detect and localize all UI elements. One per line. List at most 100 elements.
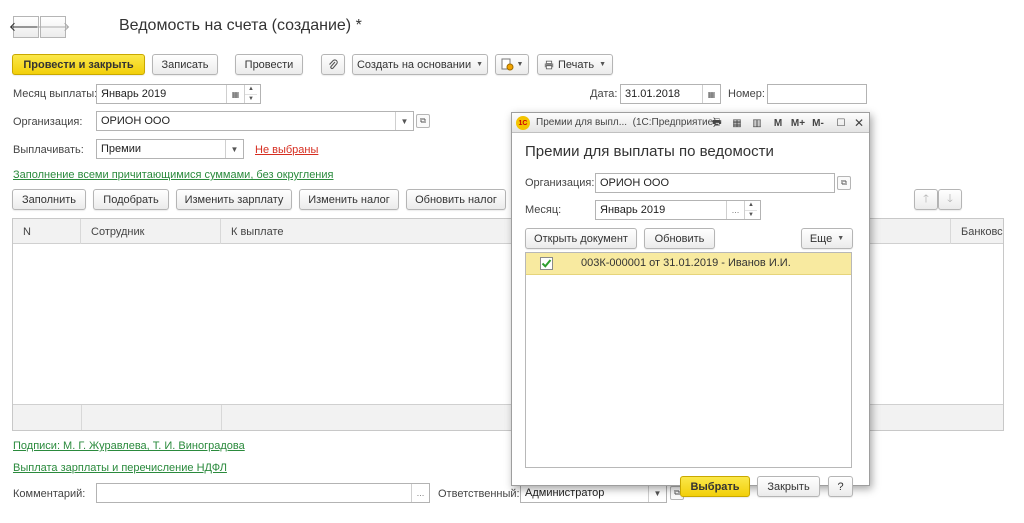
dialog-org-value: ОРИОН ООО [600,177,670,189]
post-button[interactable]: Провести [235,54,303,75]
fill-mode-link[interactable]: Заполнение всеми причитающимися суммами,… [13,169,334,181]
forward-button[interactable]: 🡒 [36,16,70,38]
footer-divider [81,405,82,430]
month-label: Месяц выплаты: [13,88,98,100]
post-and-close-label: Провести и закрыть [23,58,134,71]
not-selected-link[interactable]: Не выбраны [255,144,318,156]
bonus-list[interactable]: 003К-000001 от 31.01.2019 - Иванов И.И. [525,252,852,468]
calendar-icon[interactable]: ▥ [750,116,764,130]
pick-label: Подобрать [103,193,159,206]
refresh-label: Обновить [654,232,705,245]
more-icon[interactable]: … [726,201,744,219]
dialog-month-field[interactable]: Январь 2019 … ▲ ▼ [595,200,761,220]
select-label: Выбрать [690,480,740,493]
close-label: Закрыть [767,480,810,493]
save-label: Записать [161,58,209,71]
close-icon[interactable]: ✕ [852,116,866,130]
dialog-heading: Премии для выплаты по ведомости [525,143,774,160]
item-checkbox[interactable] [540,257,553,270]
arrow-up-icon: 🡑 [923,193,929,205]
comment-field[interactable]: … [96,483,430,503]
column-header-employee[interactable]: Сотрудник [81,219,221,244]
signatures-link[interactable]: Подписи: М. Г. Журавлева, Т. И. Виноград… [13,440,245,452]
comment-label: Комментарий: [13,488,86,500]
printer-icon[interactable]: 🖶 [710,116,724,130]
change-salary-label: Изменить зарплату [184,193,284,206]
dialog-body: Премии для выплаты по ведомости Организа… [512,133,869,497]
more-icon[interactable]: … [411,484,429,502]
memory-minus-button[interactable]: M- [809,116,827,130]
column-header-n[interactable]: N [13,219,81,244]
responsible-value: Администратор [525,487,605,499]
dialog-month-label: Месяц: [525,204,562,216]
memory-plus-button[interactable]: M+ [789,116,807,130]
move-up-button[interactable]: 🡑 [914,189,938,210]
chevron-down-icon: ▼ [476,61,484,68]
fill-button[interactable]: Заполнить [12,189,86,210]
column-header-bank[interactable]: Банковс [951,219,1005,244]
post-label: Провести [244,58,294,71]
number-field[interactable] [767,84,867,104]
dialog-window-title: Премии для выпл... (1С:Предприятие) [536,117,717,128]
month-spinner[interactable]: ▲ ▼ [744,201,757,219]
help-button[interactable]: ? [828,476,853,497]
change-tax-label: Изменить налог [308,193,390,206]
help-label: ? [837,480,844,493]
chevron-down-icon: ▼ [837,235,845,242]
page-title-text: Ведомость на счета (создание) [119,17,352,34]
pay-value: Премии [101,143,141,155]
org-field[interactable]: ОРИОН ООО ▼ [96,111,414,131]
org-label: Организация: [13,116,83,128]
date-value: 31.01.2018 [625,88,681,100]
dialog-org-label: Организация: [525,177,595,189]
open-org-icon[interactable]: ⧉ [416,114,430,128]
list-item[interactable]: 003К-000001 от 31.01.2019 - Иванов И.И. [526,253,851,275]
change-tax-button[interactable]: Изменить налог [299,189,399,210]
document-flow-icon [501,58,514,71]
post-and-close-button[interactable]: Провести и закрыть [12,54,145,75]
print-button[interactable]: Печать ▼ [537,54,613,75]
checkmark-icon [541,259,552,268]
dialog-titlebar[interactable]: 1С Премии для выпл... (1С:Предприятие) 🖶… [512,113,869,133]
calendar-icon[interactable]: ▦ [226,85,244,103]
calendar-icon[interactable]: ▦ [702,85,720,103]
chevron-down-icon[interactable]: ▼ [395,112,413,130]
payroll-link[interactable]: Выплата зарплаты и перечисление НДФЛ [13,462,227,474]
chevron-down-icon[interactable]: ▼ [648,484,666,502]
date-field[interactable]: 31.01.2018 ▦ [620,84,721,104]
pay-select[interactable]: Премии ▼ [96,139,244,159]
paperclip-icon [329,58,338,69]
month-spinner[interactable]: ▲ ▼ [244,85,257,103]
update-tax-button[interactable]: Обновить налог [406,189,506,210]
page-title: Ведомость на счета (создание) * [119,17,362,35]
chevron-down-icon: ▼ [516,61,524,68]
refresh-button[interactable]: Обновить [644,228,715,249]
chevron-down-icon[interactable]: ▼ [225,140,243,158]
attach-button[interactable] [321,54,345,75]
close-button[interactable]: Закрыть [757,476,820,497]
related-docs-button[interactable]: ▼ [495,54,529,75]
month-field[interactable]: Январь 2019 ▦ ▲ ▼ [96,84,261,104]
dialog-month-value: Январь 2019 [600,204,666,216]
pick-button[interactable]: Подобрать [93,189,169,210]
move-down-button[interactable]: 🡓 [938,189,962,210]
more-button[interactable]: Еще ▼ [801,228,853,249]
responsible-field[interactable]: Администратор ▼ [520,483,667,503]
bonus-selection-dialog[interactable]: 1С Премии для выпл... (1С:Предприятие) 🖶… [511,112,870,497]
memory-m-button[interactable]: M [771,116,785,130]
chevron-down-icon: ▼ [599,61,606,68]
save-button[interactable]: Записать [152,54,218,75]
open-org-icon[interactable]: ⧉ [837,176,851,190]
change-salary-button[interactable]: Изменить зарплату [176,189,292,210]
create-based-on-label: Создать на основании [356,58,472,71]
open-document-label: Открыть документ [534,232,628,245]
dialog-org-field[interactable]: ОРИОН ООО [595,173,835,193]
print-label: Печать [558,58,595,71]
calculator-icon[interactable]: ▦ [730,116,744,130]
select-button[interactable]: Выбрать [680,476,750,497]
more-label: Еще [809,232,833,245]
open-document-button[interactable]: Открыть документ [525,228,637,249]
list-item-text: 003К-000001 от 31.01.2019 - Иванов И.И. [581,257,791,269]
create-based-on-button[interactable]: Создать на основании ▼ [352,54,488,75]
maximize-icon[interactable]: ☐ [834,116,848,130]
